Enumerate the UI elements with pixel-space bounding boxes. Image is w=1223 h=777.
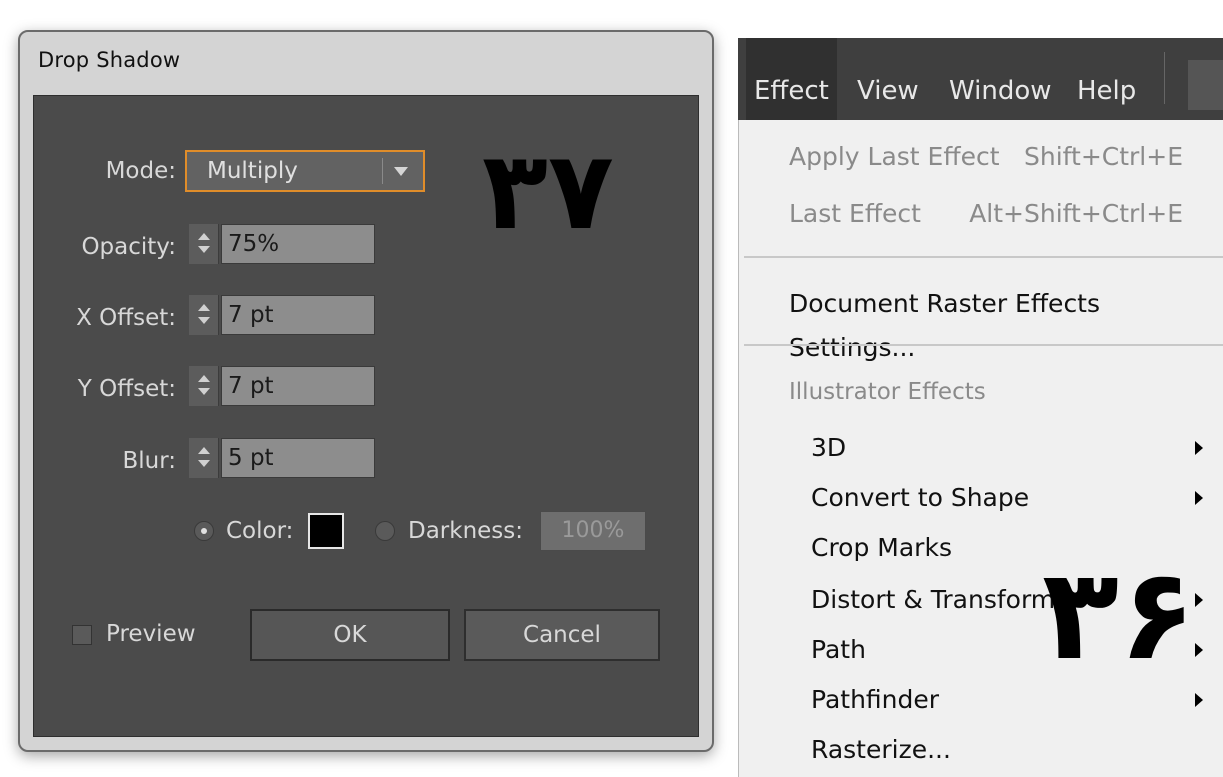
x-offset-input[interactable]: 7 pt xyxy=(221,295,375,335)
ok-button[interactable]: OK xyxy=(250,609,450,661)
blur-input[interactable]: 5 pt xyxy=(221,438,375,478)
submenu-arrow-icon xyxy=(1195,593,1203,607)
submenu-arrow-icon xyxy=(1195,693,1203,707)
stepper-up-icon xyxy=(198,447,210,454)
menu-separator xyxy=(744,256,1223,258)
menu-item-label: Path xyxy=(811,635,866,664)
stepper-down-icon xyxy=(198,388,210,395)
menu-item-convert-to-shape[interactable]: Convert to Shape xyxy=(811,476,1203,520)
stepper-up-icon xyxy=(198,304,210,311)
opacity-field: 75% xyxy=(189,224,375,264)
preview-label: Preview xyxy=(106,621,196,647)
mode-label: Mode: xyxy=(105,158,176,184)
stepper-up-icon xyxy=(198,375,210,382)
blur-field: 5 pt xyxy=(189,438,375,478)
dialog-title: Drop Shadow xyxy=(38,48,181,72)
x-offset-label: X Offset: xyxy=(76,305,176,331)
darkness-label: Darkness: xyxy=(408,518,524,544)
y-offset-input[interactable]: 7 pt xyxy=(221,366,375,406)
x-offset-stepper[interactable] xyxy=(189,295,219,335)
menu-item-label: Convert to Shape xyxy=(811,483,1030,512)
x-offset-field: 7 pt xyxy=(189,295,375,335)
opacity-input[interactable]: 75% xyxy=(221,224,375,264)
menu-item-label: Apply Last Effect xyxy=(789,142,1000,171)
mode-value: Multiply xyxy=(207,158,298,184)
color-swatch[interactable] xyxy=(308,513,344,549)
stepper-down-icon xyxy=(198,317,210,324)
menubar-window[interactable]: Window xyxy=(941,38,1060,120)
submenu-arrow-icon xyxy=(1195,441,1203,455)
color-radio[interactable] xyxy=(194,521,214,541)
y-offset-stepper[interactable] xyxy=(189,366,219,406)
menubar-view[interactable]: View xyxy=(849,38,927,120)
menu-item-shortcut: Alt+Shift+Ctrl+E xyxy=(969,199,1183,228)
darkness-input[interactable]: 100% xyxy=(540,511,646,551)
opacity-label: Opacity: xyxy=(81,234,176,260)
menubar-divider xyxy=(1164,52,1165,104)
menu-item-label: Distort & Transform xyxy=(811,585,1056,614)
menu-item-shortcut: Shift+Ctrl+E xyxy=(1024,142,1183,171)
stepper-down-icon xyxy=(198,246,210,253)
mode-divider xyxy=(382,158,383,184)
submenu-arrow-icon xyxy=(1195,643,1203,657)
annotation-numeral-37: ۳۷ xyxy=(482,129,614,254)
color-label: Color: xyxy=(226,518,294,544)
menu-item-last-effect: Last Effect Alt+Shift+Ctrl+E xyxy=(789,192,1203,236)
toolbar-icon xyxy=(1188,60,1223,110)
menu-separator xyxy=(744,344,1223,346)
annotation-numeral-36: ۳۶ xyxy=(1042,541,1196,688)
radio-selected-dot xyxy=(201,528,207,534)
stepper-down-icon xyxy=(198,460,210,467)
menu-item-label: Crop Marks xyxy=(811,533,952,562)
mode-select[interactable]: Multiply xyxy=(185,150,425,192)
menubar: Effect View Window Help xyxy=(738,38,1223,120)
menu-item-label: Document Raster Effects Settings... xyxy=(789,289,1101,362)
y-offset-label: Y Offset: xyxy=(77,376,176,402)
stepper-up-icon xyxy=(198,233,210,240)
menu-item-label: Rasterize... xyxy=(811,735,951,764)
y-offset-field: 7 pt xyxy=(189,366,375,406)
menu-item-label: Pathfinder xyxy=(811,685,940,714)
menu-section-header: Illustrator Effects xyxy=(789,379,986,405)
cancel-button[interactable]: Cancel xyxy=(464,609,660,661)
preview-checkbox[interactable] xyxy=(72,625,92,645)
blur-label: Blur: xyxy=(122,448,176,474)
menu-item-rasterize[interactable]: Rasterize... xyxy=(811,728,1203,772)
blur-stepper[interactable] xyxy=(189,438,219,478)
menubar-help[interactable]: Help xyxy=(1069,38,1144,120)
menubar-effect[interactable]: Effect xyxy=(746,38,837,120)
menu-item-label: Last Effect xyxy=(789,199,921,228)
opacity-stepper[interactable] xyxy=(189,224,219,264)
chevron-down-icon xyxy=(394,167,408,176)
darkness-radio[interactable] xyxy=(375,521,395,541)
menu-item-label: 3D xyxy=(811,433,847,462)
menu-item-apply-last-effect: Apply Last Effect Shift+Ctrl+E xyxy=(789,135,1203,179)
menu-item-3d[interactable]: 3D xyxy=(811,426,1203,470)
submenu-arrow-icon xyxy=(1195,491,1203,505)
menu-item-document-raster-effects-settings[interactable]: Document Raster Effects Settings... xyxy=(789,282,1203,362)
